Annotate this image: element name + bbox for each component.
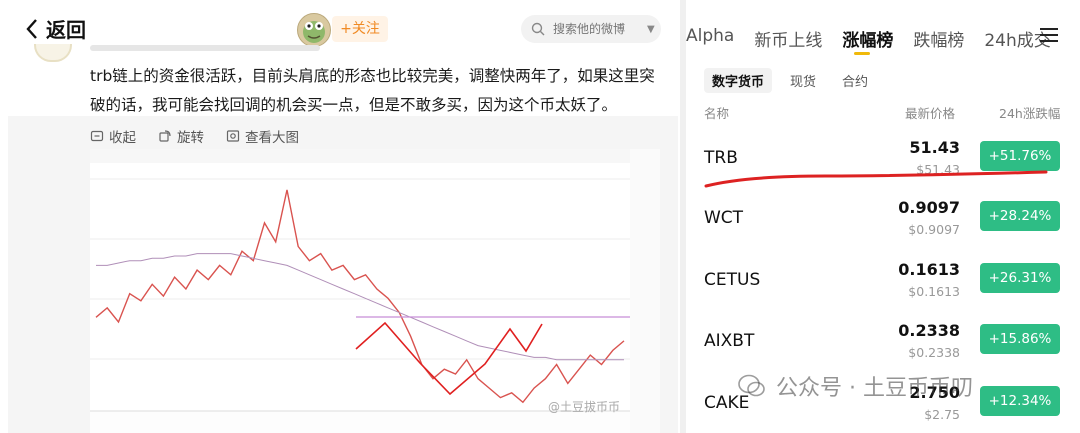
view-large-label: 查看大图 bbox=[245, 130, 299, 146]
post-author-avatar[interactable] bbox=[34, 44, 72, 62]
chart-svg bbox=[90, 149, 660, 433]
rotate-button[interactable]: 旋转 bbox=[158, 126, 204, 146]
search-input[interactable] bbox=[551, 21, 643, 37]
collapse-label: 收起 bbox=[109, 130, 136, 146]
view-large-icon bbox=[226, 130, 240, 142]
frog-avatar-icon bbox=[303, 21, 325, 43]
search-box[interactable]: ▼ bbox=[521, 15, 661, 43]
back-label: 返回 bbox=[46, 18, 86, 42]
post-image-card: 收起 旋转 查看大图 bbox=[8, 116, 678, 433]
trb-price-chart[interactable] bbox=[90, 149, 660, 433]
wechat-watermark-text: 公众号 · 土豆币币叨 bbox=[776, 376, 973, 401]
follow-button[interactable]: +关注 bbox=[332, 16, 388, 42]
red-underline-annotation bbox=[704, 170, 1048, 188]
wechat-icon bbox=[738, 374, 765, 397]
weibo-post-panel: 返回 +关注 ▼ trb链上的资金很活跃，目前头肩底的形态也比较完美，调整快两年… bbox=[0, 0, 680, 433]
back-button[interactable]: 返回 bbox=[24, 14, 86, 43]
view-large-button[interactable]: 查看大图 bbox=[226, 126, 299, 146]
avatar[interactable] bbox=[297, 13, 331, 47]
chevron-left-icon bbox=[26, 18, 37, 39]
image-toolbar: 收起 旋转 查看大图 bbox=[90, 126, 299, 146]
wechat-watermark: 公众号 · 土豆币币叨 bbox=[738, 370, 973, 402]
market-panel: Alpha 新币上线 涨幅榜 跌幅榜 24h成交 数字货币 现货 合约 名称 最… bbox=[686, 0, 1080, 433]
moving-average-line bbox=[96, 253, 624, 361]
post-author-meta bbox=[90, 45, 320, 51]
post-text: trb链上的资金很活跃，目前头肩底的形态也比较完美，调整快两年了，如果这里突破的… bbox=[90, 67, 655, 114]
rotate-icon bbox=[159, 130, 171, 142]
collapse-button[interactable]: 收起 bbox=[90, 126, 136, 146]
search-icon bbox=[531, 22, 545, 36]
rotate-label: 旋转 bbox=[177, 130, 204, 146]
image-watermark: @土豆拔币币 bbox=[548, 400, 621, 414]
chevron-down-icon[interactable]: ▼ bbox=[647, 24, 655, 35]
collapse-icon bbox=[90, 130, 104, 142]
